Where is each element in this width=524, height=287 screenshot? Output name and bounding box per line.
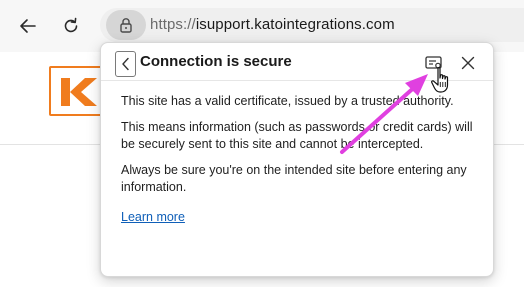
close-button[interactable] — [456, 51, 480, 75]
certificate-message: This site has a valid certificate, issue… — [121, 94, 454, 108]
refresh-icon — [64, 17, 78, 33]
url-scheme: https:// — [150, 16, 196, 33]
caution-message: Always be sure you're on the intended si… — [121, 163, 467, 194]
arrow-left-icon — [20, 19, 36, 33]
popup-title: Connection is secure — [140, 53, 292, 70]
refresh-button[interactable] — [55, 10, 87, 42]
popup-back-button[interactable] — [115, 51, 136, 77]
lock-icon — [120, 18, 132, 33]
popup-body: This site has a valid certificate, issue… — [121, 93, 481, 226]
url-host: isupport.katointegrations.com — [195, 16, 395, 33]
back-button[interactable] — [12, 10, 44, 42]
hand-pointer-icon — [431, 67, 449, 93]
chevron-left-icon — [121, 57, 129, 71]
security-message: This means information (such as password… — [121, 120, 473, 151]
address-bar[interactable]: https://isupport.katointegrations.com — [100, 8, 524, 42]
site-info-button[interactable] — [106, 10, 146, 40]
close-icon — [461, 56, 475, 70]
learn-more-link[interactable]: Learn more — [121, 209, 185, 226]
url-text[interactable]: https://isupport.katointegrations.com — [150, 16, 395, 33]
